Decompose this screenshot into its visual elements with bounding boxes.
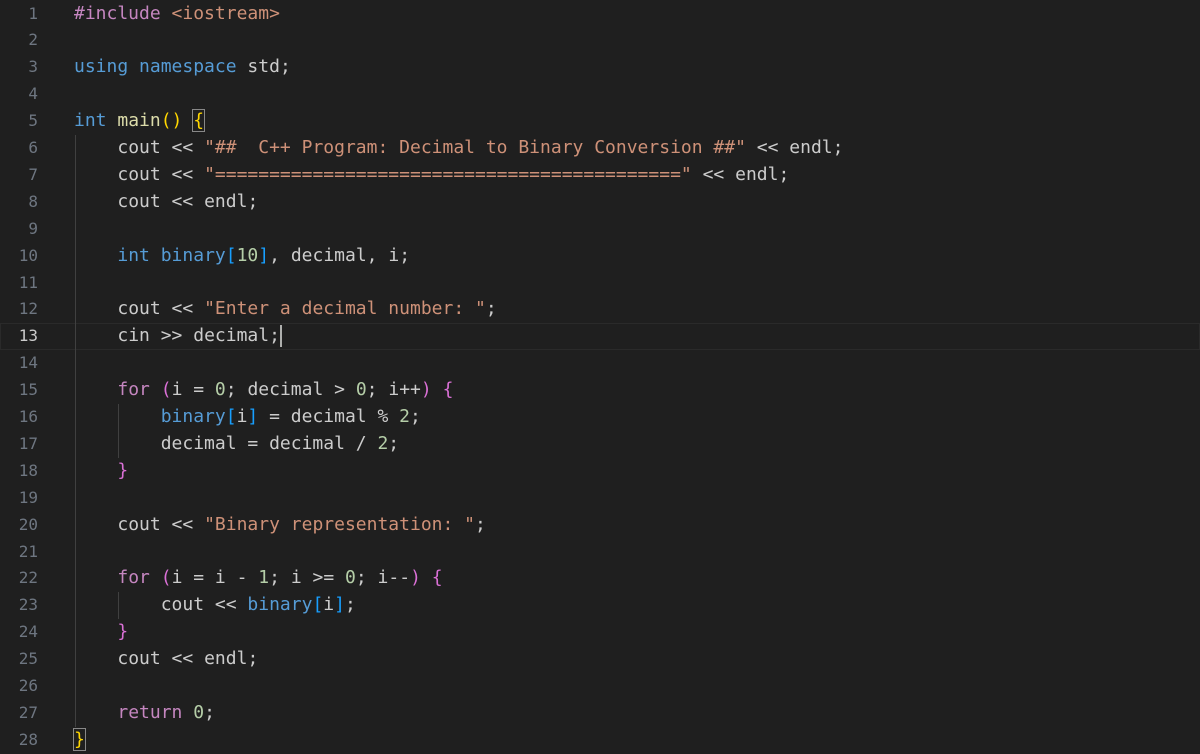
line-number: 13 [18,326,38,346]
code-line[interactable]: 10 int binary[10], decimal, i; [0,243,1200,270]
code-text[interactable]: cout << binary[i]; [74,592,356,619]
line-number: 21 [18,541,38,561]
code-line[interactable]: 17 decimal = decimal / 2; [0,431,1200,458]
code-line[interactable]: 20 cout << "Binary representation: "; [0,512,1200,539]
indent-guide [118,404,119,458]
code-line[interactable]: 13 cin >> decimal; [0,323,1200,351]
code-line[interactable]: 19 [0,485,1200,512]
code-line[interactable]: 8 cout << endl; [0,189,1200,216]
line-number: 26 [18,676,38,695]
line-number: 1 [28,3,38,23]
line-number: 22 [18,568,38,588]
code-line[interactable]: 23 cout << binary[i]; [0,592,1200,619]
code-text[interactable]: } [74,619,128,646]
code-text[interactable]: cout << "Binary representation: "; [74,512,486,539]
text-cursor [279,325,282,348]
line-number: 3 [28,57,38,77]
line-number: 19 [18,487,38,507]
code-text[interactable]: cin >> decimal; [74,323,282,350]
code-text[interactable]: int binary[10], decimal, i; [74,243,410,270]
code-line[interactable]: 16 binary[i] = decimal % 2; [0,404,1200,431]
line-number: 28 [18,729,38,749]
code-text[interactable]: #include <iostream> [74,1,280,28]
line-number: 14 [18,353,38,373]
code-line[interactable]: 21 [0,539,1200,566]
code-line[interactable]: 14 [0,350,1200,377]
code-text[interactable]: decimal = decimal / 2; [74,431,399,458]
line-number: 7 [28,164,38,184]
line-number: 10 [18,245,38,265]
line-number: 2 [28,30,38,50]
code-text[interactable]: cout << "===============================… [74,162,789,189]
line-number: 25 [18,649,38,669]
line-number: 9 [28,218,38,238]
code-text[interactable]: using namespace std; [74,54,291,81]
code-line[interactable]: 24 } [0,619,1200,646]
code-text[interactable]: } [73,727,86,754]
code-line[interactable]: 7 cout << "=============================… [0,162,1200,189]
line-number: 6 [28,138,38,157]
code-line[interactable]: 11 [0,270,1200,297]
code-text[interactable]: cout << endl; [74,646,258,673]
code-line[interactable]: 25 cout << endl; [0,646,1200,673]
line-number: 27 [18,702,38,722]
code-text[interactable]: int main() { [74,108,206,135]
code-line[interactable]: 18 } [0,458,1200,485]
code-text[interactable]: binary[i] = decimal % 2; [74,404,421,431]
line-number: 16 [18,407,38,426]
indent-guide [118,592,119,620]
code-text[interactable]: } [74,458,128,485]
line-number: 23 [18,595,38,615]
code-editor[interactable]: 1 #include <iostream> 2 3 using namespace st… [0,0,1200,753]
code-line[interactable]: 4 [0,81,1200,108]
line-number: 5 [28,111,38,131]
indent-guide [75,135,76,727]
code-line[interactable]: 15 for (i = 0; decimal > 0; i++) { [0,377,1200,404]
line-number: 20 [18,514,38,534]
code-line[interactable]: 9 [0,216,1200,243]
code-line[interactable]: 27 return 0; [0,700,1200,727]
code-text[interactable]: cout << endl; [74,189,258,216]
line-number: 12 [18,299,38,319]
code-text[interactable]: cout << "## C++ Program: Decimal to Bina… [74,135,843,162]
code-line[interactable]: 5 int main() { [0,108,1200,135]
code-line[interactable]: 6 cout << "## C++ Program: Decimal to Bi… [0,135,1200,162]
code-line[interactable]: 26 [0,673,1200,700]
line-number: 15 [18,380,38,400]
line-number: 17 [18,433,38,453]
line-number: 11 [18,272,38,292]
line-number: 18 [18,460,38,480]
code-line[interactable]: 28} [0,727,1200,754]
code-text[interactable]: for (i = 0; decimal > 0; i++) { [74,377,453,404]
code-text[interactable]: return 0; [74,700,215,727]
code-line[interactable]: 2 [0,27,1200,54]
line-number: 24 [18,622,38,642]
code-text[interactable]: for (i = i - 1; i >= 0; i--) { [74,565,442,592]
line-number: 4 [28,84,38,104]
code-line[interactable]: 12 cout << "Enter a decimal number: "; [0,296,1200,323]
code-line[interactable]: 22 for (i = i - 1; i >= 0; i--) { [0,565,1200,592]
line-number: 8 [28,191,38,211]
code-line[interactable]: 3 using namespace std; [0,54,1200,81]
code-text[interactable]: cout << "Enter a decimal number: "; [74,296,496,323]
code-line[interactable]: 1 #include <iostream> [0,1,1200,28]
